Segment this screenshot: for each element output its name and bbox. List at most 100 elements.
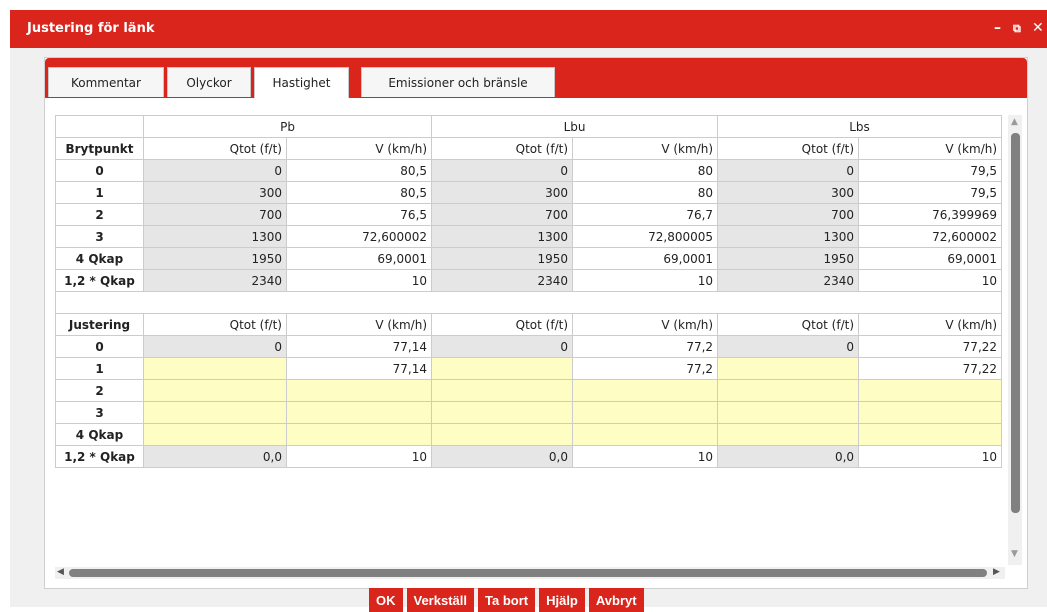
- vertical-scroll-thumb[interactable]: [1011, 133, 1020, 513]
- speed-input-cell[interactable]: [858, 401, 1003, 424]
- speed-cell: 79,5: [858, 159, 1003, 182]
- qtot-input-cell[interactable]: [143, 401, 287, 424]
- speed-input-cell: 77,14: [285, 357, 433, 380]
- row-label: 1: [55, 181, 144, 204]
- column-header-qtot: Qtot (f/t): [431, 137, 574, 160]
- ok-button[interactable]: OK: [369, 588, 403, 612]
- column-header-speed: V (km/h): [572, 137, 719, 160]
- apply-button[interactable]: Verkställ: [406, 588, 474, 612]
- table-row: 1 77,14 77,2 77,22: [55, 357, 1003, 380]
- table-row: 1,2 * Qkap 2340 10 2340 10 2340 10: [55, 269, 1003, 292]
- qtot-cell: 0: [431, 159, 574, 182]
- row-label: 3: [55, 225, 144, 248]
- delete-button[interactable]: Ta bort: [478, 588, 536, 612]
- qtot-cell: 700: [143, 203, 287, 226]
- popout-icon[interactable]: ⧉: [1013, 21, 1021, 37]
- section-label: Brytpunkt: [55, 137, 144, 160]
- speed-input-cell: 77,22: [858, 335, 1003, 358]
- cancel-button[interactable]: Avbryt: [588, 588, 644, 612]
- qtot-input-cell: 0: [717, 335, 860, 358]
- qtot-input-cell[interactable]: [143, 357, 287, 380]
- section-label: Justering: [55, 313, 144, 336]
- tab-emissioner[interactable]: Emissioner och bränsle: [361, 67, 555, 97]
- row-label: 1,2 * Qkap: [55, 269, 144, 292]
- speed-input-cell[interactable]: [858, 379, 1003, 402]
- tab-olyckor[interactable]: Olyckor: [167, 67, 251, 97]
- vertical-scrollbar[interactable]: ▲ ▼: [1008, 115, 1022, 565]
- qtot-cell: 1300: [717, 225, 860, 248]
- speed-cell: 80,5: [285, 159, 433, 182]
- speed-cell: 72,600002: [858, 225, 1003, 248]
- qtot-input-cell: 0: [143, 335, 287, 358]
- row-label: 0: [55, 159, 144, 182]
- group-header: Pb: [142, 115, 433, 138]
- justering-header-row: Justering Qtot (f/t) V (km/h) Qtot (f/t) V (…: [55, 313, 1003, 336]
- speed-input-cell[interactable]: [285, 401, 433, 424]
- row-label: 2: [55, 203, 144, 226]
- scroll-down-icon[interactable]: ▼: [1011, 549, 1018, 559]
- qtot-input-cell[interactable]: [717, 423, 860, 446]
- row-label: 3: [55, 401, 144, 424]
- qtot-input-cell[interactable]: [431, 357, 574, 380]
- qtot-input-cell[interactable]: [143, 379, 287, 402]
- brytpunkt-header-row: Brytpunkt Qtot (f/t) V (km/h) Qtot (f/t) V (…: [55, 137, 1003, 160]
- speed-input-cell[interactable]: [572, 379, 719, 402]
- corner-cell: [55, 115, 144, 138]
- column-header-qtot: Qtot (f/t): [143, 137, 287, 160]
- speed-input-cell: 77,2: [572, 357, 719, 380]
- row-label: 1: [55, 357, 144, 380]
- title-bar[interactable]: Justering för länk – ⧉ ✕: [10, 10, 1047, 48]
- qtot-cell: 300: [431, 181, 574, 204]
- column-header-qtot: Qtot (f/t): [143, 313, 287, 336]
- qtot-cell: 300: [143, 181, 287, 204]
- help-button[interactable]: Hjälp: [539, 588, 585, 612]
- scroll-up-icon[interactable]: ▲: [1011, 117, 1018, 127]
- qtot-input-cell: 0,0: [143, 445, 287, 468]
- spacer-cell: [55, 291, 1003, 314]
- qtot-input-cell[interactable]: [143, 423, 287, 446]
- speed-input-cell[interactable]: [858, 423, 1003, 446]
- qtot-input-cell[interactable]: [431, 423, 574, 446]
- qtot-input-cell[interactable]: [717, 401, 860, 424]
- qtot-cell: 1300: [143, 225, 287, 248]
- speed-cell: 80: [572, 159, 719, 182]
- speed-cell: 76,5: [285, 203, 433, 226]
- tab-hastighet[interactable]: Hastighet: [254, 67, 349, 98]
- column-header-speed: V (km/h): [572, 313, 719, 336]
- speed-cell: 10: [858, 269, 1003, 292]
- table-row: 0 0 80,5 0 80 0 79,5: [55, 159, 1003, 182]
- speed-input-cell: 77,2: [572, 335, 719, 358]
- tab-kommentar[interactable]: Kommentar: [48, 67, 164, 97]
- speed-input-cell: 77,22: [858, 357, 1003, 380]
- table-row: 2: [55, 379, 1003, 402]
- qtot-input-cell[interactable]: [431, 379, 574, 402]
- qtot-input-cell: 0,0: [717, 445, 860, 468]
- qtot-input-cell[interactable]: [431, 401, 574, 424]
- table-row: 0 0 77,14 0 77,2 0 77,22: [55, 335, 1003, 358]
- speed-cell: 79,5: [858, 181, 1003, 204]
- qtot-cell: 1950: [717, 247, 860, 270]
- speed-input-cell: 10: [572, 445, 719, 468]
- qtot-cell: 2340: [143, 269, 287, 292]
- qtot-input-cell[interactable]: [717, 357, 860, 380]
- table-row: 1 300 80,5 300 80 300 79,5: [55, 181, 1003, 204]
- speed-cell: 10: [285, 269, 433, 292]
- speed-cell: 69,0001: [572, 247, 719, 270]
- column-header-speed: V (km/h): [858, 313, 1003, 336]
- scroll-left-icon[interactable]: ◀: [57, 567, 64, 577]
- speed-input-cell[interactable]: [572, 423, 719, 446]
- data-grid: Pb Lbu Lbs Brytpunkt Qtot (f/t) V (km/h) Qtot …: [55, 115, 1005, 565]
- minimize-icon[interactable]: –: [994, 20, 1001, 36]
- group-header-row: Pb Lbu Lbs: [55, 115, 1003, 138]
- scroll-right-icon[interactable]: ▶: [993, 567, 1000, 577]
- qtot-input-cell[interactable]: [717, 379, 860, 402]
- speed-input-cell[interactable]: [285, 379, 433, 402]
- horizontal-scroll-thumb[interactable]: [69, 569, 987, 577]
- speed-input-cell[interactable]: [285, 423, 433, 446]
- speed-input-cell[interactable]: [572, 401, 719, 424]
- close-icon[interactable]: ✕: [1032, 20, 1044, 36]
- speed-cell: 76,7: [572, 203, 719, 226]
- column-header-qtot: Qtot (f/t): [717, 313, 860, 336]
- horizontal-scrollbar[interactable]: ◀ ▶: [55, 567, 1005, 579]
- table-row: 2 700 76,5 700 76,7 700 76,399969: [55, 203, 1003, 226]
